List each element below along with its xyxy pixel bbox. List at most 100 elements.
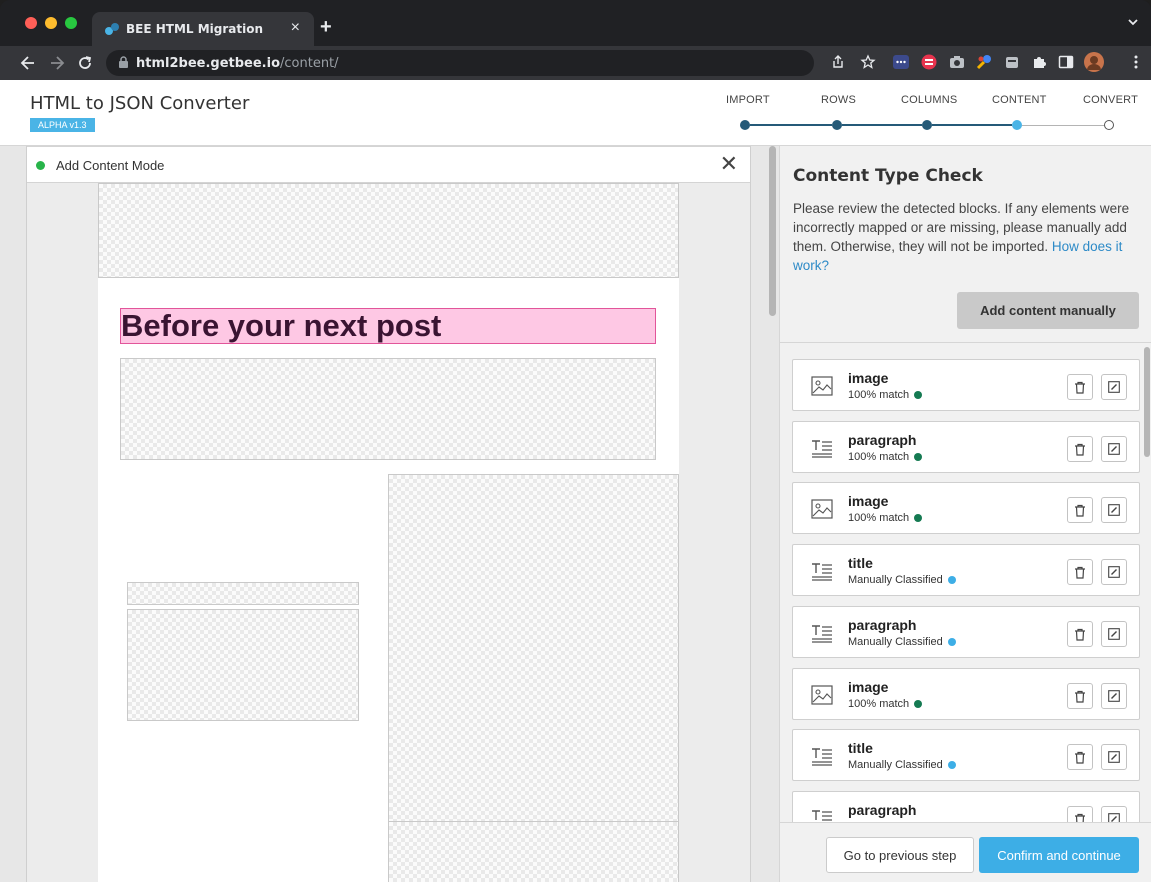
step-connector — [1022, 125, 1104, 126]
panel-footer: Go to previous step Confirm and continue — [780, 822, 1151, 882]
content-item-title[interactable]: title Manually Classified — [792, 729, 1140, 782]
content-item-image[interactable]: image 100% match — [792, 482, 1140, 535]
kebab-menu-icon[interactable] — [1128, 54, 1144, 70]
confirm-continue-button[interactable]: Confirm and continue — [979, 837, 1139, 873]
edit-button[interactable] — [1101, 497, 1127, 524]
bee-favicon-icon — [105, 23, 119, 35]
edit-button[interactable] — [1101, 620, 1127, 647]
match-status: 100% match — [848, 451, 923, 463]
delete-button[interactable] — [1067, 744, 1093, 771]
editor-frame: Add Content Mode ✕ Before your next post — [26, 146, 751, 882]
delete-button[interactable] — [1067, 682, 1093, 709]
content-item-paragraph[interactable]: paragraph 100% match — [792, 420, 1140, 473]
chevron-down-icon[interactable] — [1127, 16, 1139, 28]
progress-stepper: IMPORT ROWS COLUMNS CONTENT CONVERT — [720, 93, 1150, 133]
edit-button[interactable] — [1101, 682, 1127, 709]
forward-arrow-icon[interactable] — [49, 53, 65, 73]
delete-button[interactable] — [1067, 374, 1093, 400]
status-dot — [914, 452, 923, 461]
paragraph-placeholder-block[interactable] — [120, 358, 656, 460]
image-icon — [811, 684, 833, 706]
profile-avatar[interactable] — [1084, 52, 1104, 72]
step-dot-convert — [1104, 120, 1114, 130]
match-status: Manually Classified — [848, 636, 956, 648]
image-placeholder-block[interactable] — [388, 474, 679, 822]
delete-button[interactable] — [1067, 620, 1093, 647]
extension-dots-icon[interactable] — [893, 54, 909, 70]
status-dot — [914, 699, 923, 708]
step-connector — [750, 124, 832, 126]
status-dot — [914, 514, 923, 523]
content-type-label: title — [848, 555, 873, 572]
puzzle-icon[interactable] — [1031, 54, 1047, 70]
url-text: html2bee.getbee.io/content/ — [136, 56, 339, 71]
add-content-manually-button[interactable]: Add content manually — [957, 292, 1139, 329]
browser-toolbar: html2bee.getbee.io/content/ — [0, 46, 1151, 80]
app-title: HTML to JSON Converter — [30, 93, 250, 114]
text-icon — [811, 745, 833, 767]
browser-window: BEE HTML Migration × + html2bee.getbee.i… — [0, 0, 1151, 882]
content-item-image[interactable]: image 100% match — [792, 667, 1140, 720]
edit-button[interactable] — [1101, 374, 1127, 400]
minimize-window-button[interactable] — [45, 17, 57, 29]
new-tab-button[interactable]: + — [320, 16, 332, 39]
edit-button[interactable] — [1101, 744, 1127, 771]
extension-red-icon[interactable] — [921, 54, 937, 70]
edit-button[interactable] — [1101, 805, 1127, 822]
reload-icon[interactable] — [77, 53, 93, 73]
email-body: Before your next post — [98, 183, 679, 882]
headline-text: Before your next post — [121, 308, 442, 343]
step-label-convert: CONVERT — [1083, 94, 1138, 106]
headline-block[interactable]: Before your next post — [120, 308, 656, 344]
tab-close-icon[interactable]: × — [291, 19, 300, 37]
step-label-import: IMPORT — [726, 94, 770, 106]
edit-button[interactable] — [1101, 435, 1127, 462]
email-editor: Add Content Mode ✕ Before your next post — [0, 146, 779, 882]
content-item-title[interactable]: title Manually Classified — [792, 544, 1140, 597]
content-type-label: image — [848, 370, 889, 386]
delete-button[interactable] — [1067, 805, 1093, 822]
address-bar[interactable]: html2bee.getbee.io/content/ — [106, 50, 814, 76]
step-dot-import[interactable] — [740, 120, 750, 130]
image-placeholder-block[interactable] — [388, 821, 679, 882]
step-dot-columns[interactable] — [922, 120, 932, 130]
share-icon[interactable] — [830, 54, 846, 70]
text-placeholder-block[interactable] — [127, 609, 359, 721]
title-placeholder-block[interactable] — [127, 582, 359, 605]
step-dot-content[interactable] — [1012, 120, 1022, 130]
colorpicker-icon[interactable] — [976, 54, 992, 70]
content-type-label: title — [848, 740, 873, 757]
image-placeholder-block[interactable] — [98, 183, 679, 278]
content-type-label: paragraph — [848, 616, 917, 633]
back-arrow-icon[interactable] — [20, 53, 36, 73]
previous-step-button[interactable]: Go to previous step — [826, 837, 974, 873]
list-scrollbar-thumb[interactable] — [1144, 347, 1150, 457]
maximize-window-button[interactable] — [65, 17, 77, 29]
panel-title: Content Type Check — [793, 166, 983, 186]
delete-button[interactable] — [1067, 435, 1093, 462]
panel-description: Please review the detected blocks. If an… — [793, 201, 1130, 273]
content-type-label: paragraph — [848, 801, 917, 818]
extension-box-icon[interactable] — [1004, 54, 1020, 70]
step-dot-rows[interactable] — [832, 120, 842, 130]
camera-icon[interactable] — [949, 54, 965, 70]
image-icon — [811, 498, 833, 520]
editor-scrollbar[interactable] — [766, 146, 779, 882]
content-item-paragraph[interactable]: paragraph Manually Classified — [792, 605, 1140, 658]
match-status: 100% match — [848, 389, 923, 401]
close-icon[interactable]: ✕ — [720, 151, 738, 177]
list-scrollbar[interactable] — [1143, 343, 1151, 822]
step-connector — [932, 124, 1012, 126]
close-window-button[interactable] — [25, 17, 37, 29]
editor-scrollbar-thumb[interactable] — [769, 146, 776, 316]
edit-button[interactable] — [1101, 559, 1127, 586]
content-item-paragraph[interactable]: paragraphManually Classified — [792, 790, 1140, 822]
status-dot — [914, 391, 923, 399]
sidepanel-icon[interactable] — [1058, 54, 1074, 70]
star-icon[interactable] — [860, 54, 876, 70]
browser-tab-active[interactable]: BEE HTML Migration × — [92, 12, 314, 46]
content-item-image[interactable]: image 100% match — [792, 359, 1140, 411]
delete-button[interactable] — [1067, 559, 1093, 586]
match-status: Manually Classified — [848, 759, 956, 771]
delete-button[interactable] — [1067, 497, 1093, 524]
